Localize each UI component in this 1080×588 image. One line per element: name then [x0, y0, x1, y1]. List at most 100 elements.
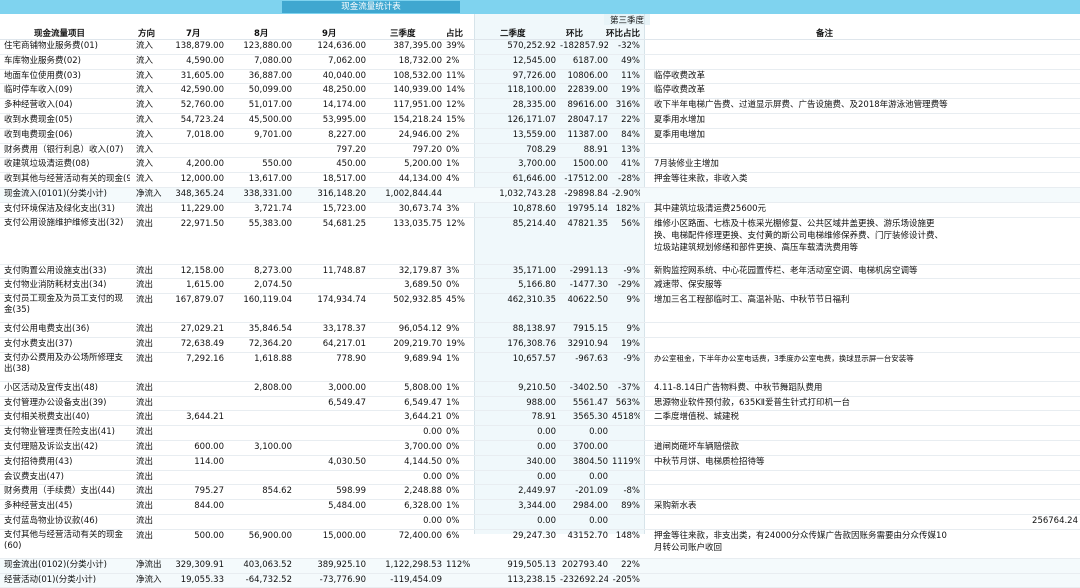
- table-row: 支付环境保洁及绿化支出(31)流出11,229.003,721.7415,723…: [0, 203, 1080, 218]
- row-pct: 2%: [446, 55, 470, 69]
- header-sep: 9月: [322, 27, 336, 39]
- row-pct: 1%: [446, 158, 470, 172]
- row-sep: 4,030.50: [306, 456, 366, 470]
- row-q3: 18,732.00: [378, 55, 442, 69]
- row-direction: 流出: [136, 265, 166, 279]
- row-note: 夏季用电增加: [654, 129, 950, 141]
- row-q3: 24,946.00: [378, 129, 442, 143]
- row-q2: 0.00: [488, 441, 556, 455]
- table-row: 收到其他与经营活动有关的现金(99)流入12,000.0013,617.0018…: [0, 173, 1080, 188]
- table-row: 支付其他与经营活动有关的现金(60)流出500.0056,900.0015,00…: [0, 530, 1080, 559]
- row-note: 4.11-8.14日广告物料费、中秋节舞蹈队费用: [654, 382, 950, 394]
- row-pct: 19%: [446, 338, 470, 352]
- row-pct: 1%: [446, 382, 470, 396]
- row-jul: 31,605.00: [164, 70, 224, 84]
- row-direction: 流出: [136, 530, 166, 543]
- row-name: 支付公用电费支出(36): [4, 323, 130, 337]
- row-pct: 1%: [446, 353, 470, 366]
- row-pct: 45%: [446, 294, 470, 307]
- row-q3: 2,248.88: [378, 485, 442, 499]
- row-name: 收到其他与经营活动有关的现金(99): [4, 173, 130, 187]
- row-aug: 338,331.00: [232, 188, 292, 202]
- row-q2: 10,878.60: [488, 203, 556, 217]
- row-q2: 61,646.00: [488, 173, 556, 187]
- table-row: 支付物业消防耗材支出(34)流出1,615.002,074.503,689.50…: [0, 279, 1080, 294]
- row-note: 夏季用水增加: [654, 114, 950, 126]
- row-q3: 133,035.75: [378, 218, 442, 231]
- row-jul: 4,200.00: [164, 158, 224, 172]
- row-q3: 32,179.87: [378, 265, 442, 279]
- row-direction: 流出: [136, 500, 166, 514]
- row-q3: 6,549.47: [378, 397, 442, 411]
- row-q2: 126,171.07: [488, 114, 556, 128]
- table-row: 收建筑垃圾清运费(08)流入4,200.00550.00450.005,200.…: [0, 158, 1080, 173]
- row-hbp: 316%: [612, 99, 640, 113]
- row-direction: 流入: [136, 144, 166, 158]
- row-hb: 1500.00: [560, 158, 608, 172]
- row-pct: 6%: [446, 530, 470, 543]
- row-q2: 0.00: [488, 426, 556, 440]
- row-name: 支付管理办公设备支出(39): [4, 397, 130, 411]
- row-hbp: 56%: [612, 218, 640, 231]
- row-sep: 8,227.00: [306, 129, 366, 143]
- row-q3: 3,689.50: [378, 279, 442, 293]
- row-pct: 3%: [446, 265, 470, 279]
- row-pct: 2%: [446, 129, 470, 143]
- table-row: 会议费支出(47)流出0.000%0.000.00: [0, 471, 1080, 486]
- row-pct: 15%: [446, 114, 470, 128]
- row-q2: 462,310.35: [488, 294, 556, 307]
- row-q2: 988.00: [488, 397, 556, 411]
- row-hbp: 148%: [612, 530, 640, 543]
- row-hb: 0.00: [560, 471, 608, 485]
- row-aug: 1,618.88: [232, 353, 292, 366]
- row-sep: 316,148.20: [306, 188, 366, 202]
- table-row: 收到电费现金(06)流入7,018.009,701.008,227.0024,9…: [0, 129, 1080, 144]
- row-q3: 3,700.00: [378, 441, 442, 455]
- row-hb: 11387.00: [560, 129, 608, 143]
- row-hb: 32910.94: [560, 338, 608, 352]
- table-row: 小区活动及宣传支出(48)流出2,808.003,000.005,808.001…: [0, 382, 1080, 397]
- row-name: 地面车位使用费(03): [4, 70, 130, 84]
- table-row: 临时停车收入(09)流入42,590.0050,099.0048,250.001…: [0, 84, 1080, 99]
- table-row: 现金流入(0101)(分类小计)净流入348,365.24338,331.003…: [0, 188, 1080, 203]
- row-hbp: 84%: [612, 129, 640, 143]
- row-jul: 72,638.49: [164, 338, 224, 352]
- row-hbp: 13%: [612, 144, 640, 158]
- row-q2: 118,100.00: [488, 84, 556, 98]
- row-hb: -3402.50: [560, 382, 608, 396]
- row-hbp: 22%: [612, 114, 640, 128]
- row-aug: 56,900.00: [232, 530, 292, 543]
- row-sep: 15,723.00: [306, 203, 366, 217]
- row-hbp: 89%: [612, 500, 640, 514]
- row-q2: 708.29: [488, 144, 556, 158]
- row-hbp: -2.90%: [612, 188, 640, 202]
- row-jul: 52,760.00: [164, 99, 224, 113]
- table-row: 现金流出(0102)(分类小计)净流出329,309.91403,063.523…: [0, 559, 1080, 574]
- row-direction: 流出: [136, 382, 166, 396]
- row-pct: 0%: [446, 279, 470, 293]
- row-aug: 9,701.00: [232, 129, 292, 143]
- row-q3: 1,002,844.44: [378, 188, 442, 202]
- header-hbp: 环比占比: [606, 27, 640, 39]
- row-pct: 0%: [446, 411, 470, 425]
- row-sep: 53,995.00: [306, 114, 366, 128]
- row-sep: 14,174.00: [306, 99, 366, 113]
- row-sep: 64,217.01: [306, 338, 366, 352]
- row-hbp: 1119%: [612, 456, 640, 470]
- row-aug: -64,732.52: [232, 574, 292, 588]
- row-direction: 流入: [136, 114, 166, 128]
- row-q3: 96,054.12: [378, 323, 442, 337]
- row-jul: 19,055.33: [164, 574, 224, 588]
- row-pct: 1%: [446, 500, 470, 514]
- sheet-title: 现金流量统计表: [282, 1, 460, 13]
- row-hbp: 9%: [612, 323, 640, 337]
- row-pct: 39%: [446, 40, 470, 54]
- row-jul: 844.00: [164, 500, 224, 514]
- row-hbp: -28%: [612, 173, 640, 187]
- row-pct: 12%: [446, 99, 470, 113]
- row-pct: 1%: [446, 397, 470, 411]
- row-note: 7月装修业主增加: [654, 158, 950, 170]
- row-q2: 28,335.00: [488, 99, 556, 113]
- row-hb: 7915.15: [560, 323, 608, 337]
- row-jul: 3,644.21: [164, 411, 224, 425]
